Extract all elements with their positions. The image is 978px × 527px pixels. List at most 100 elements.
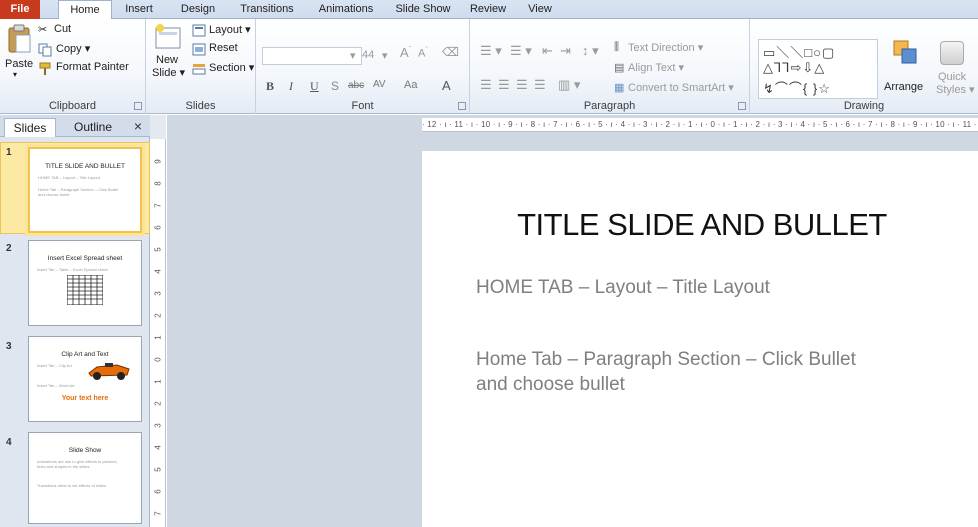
decrease-indent-icon[interactable]: ⇤: [542, 43, 553, 59]
copy-label: Copy ▾: [56, 43, 91, 55]
font-group-label: Font: [351, 100, 374, 112]
strikethrough-button[interactable]: abc: [348, 80, 364, 91]
clipboard-launcher-icon[interactable]: [134, 102, 142, 110]
format-painter-icon: [39, 62, 51, 75]
slide-title[interactable]: TITLE SLIDE AND BULLET: [422, 207, 978, 243]
thumbnail-title: Slide Show: [68, 447, 102, 454]
bold-button[interactable]: B: [266, 79, 274, 94]
thumbnail-text: Transitions allow to set effects of slid…: [37, 483, 107, 488]
convert-smartart-button[interactable]: ▦ Convert to SmartArt ▾: [614, 81, 748, 97]
cut-button[interactable]: ✂ Cut: [38, 23, 98, 39]
slide-thumbnail-4[interactable]: Slide Show Animations are use to give ef…: [28, 432, 142, 524]
shrink-font-icon[interactable]: Aˇ: [418, 47, 428, 60]
paragraph-launcher-icon[interactable]: [738, 102, 746, 110]
clipboard-group-label: Clipboard: [48, 100, 97, 112]
paste-dropdown-icon: ▾: [13, 70, 18, 79]
quick-styles-button[interactable]: Quick Styles ▾: [932, 39, 976, 99]
font-size-dropdown[interactable]: ▾ 44 ▾: [350, 47, 388, 65]
vertical-ruler-tick: 7: [153, 203, 163, 208]
slides-group: New Slide ▾ Layout ▾ Reset Section ▾ Sli…: [146, 19, 256, 114]
font-color-button[interactable]: A: [442, 78, 451, 93]
slide-editing-canvas[interactable]: · 12 · ı · 11 · ı · 10 · ı · 9 · ı · 8 ·…: [167, 115, 978, 527]
close-pane-icon[interactable]: ×: [134, 118, 142, 134]
slide-thumbnail-1[interactable]: TITLE SLIDE AND BULLET HOME TAB – Layout…: [28, 147, 142, 233]
vertical-ruler-tick: 0: [153, 357, 163, 362]
tab-view[interactable]: View: [520, 0, 560, 19]
align-right-icon[interactable]: ☰: [516, 77, 528, 93]
slide-bullet-1[interactable]: HOME TAB – Layout – Title Layout: [476, 275, 770, 300]
tab-animations[interactable]: Animations: [311, 0, 381, 19]
numbering-icon[interactable]: ☰ ▾: [510, 43, 532, 59]
tab-slide-show[interactable]: Slide Show: [388, 0, 458, 19]
shadow-button[interactable]: S: [331, 79, 339, 93]
line-spacing-icon[interactable]: ↕ ▾: [582, 43, 599, 59]
reset-button[interactable]: Reset: [192, 42, 252, 58]
tab-design[interactable]: Design: [172, 0, 224, 19]
copy-button[interactable]: Copy ▾: [38, 42, 108, 58]
text-direction-button[interactable]: ⫼ Text Direction ▾: [614, 41, 744, 57]
increase-indent-icon[interactable]: ⇥: [560, 43, 571, 59]
align-text-button[interactable]: ▤ Align Text ▾: [614, 61, 744, 77]
italic-button[interactable]: I: [289, 79, 293, 94]
new-slide-button[interactable]: New Slide ▾: [150, 22, 186, 92]
align-left-icon[interactable]: ☰: [480, 77, 492, 93]
tab-outline[interactable]: Outline: [62, 118, 124, 137]
font-launcher-icon[interactable]: [458, 102, 466, 110]
vertical-ruler-tick: 1: [153, 335, 163, 340]
format-painter-button[interactable]: Format Painter: [38, 61, 143, 77]
spreadsheet-grid-icon: [67, 275, 103, 305]
thumbnail-text: Insert Tab – Table – Excel Spread sheet: [37, 267, 108, 272]
layout-button[interactable]: Layout ▾: [192, 23, 254, 39]
section-button[interactable]: Section ▾: [192, 61, 254, 77]
paste-button[interactable]: Paste ▾: [4, 22, 34, 92]
arrange-label: Arrange: [884, 81, 924, 93]
slide-thumbnail-3[interactable]: Clip Art and Text Insert Tab – Clip Art …: [28, 336, 142, 422]
section-icon: [192, 64, 206, 75]
font-name-dropdown[interactable]: [262, 47, 362, 65]
columns-icon[interactable]: ▥ ▾: [558, 77, 580, 93]
vertical-ruler-tick: 7: [153, 511, 163, 516]
cut-label: Cut: [54, 23, 72, 35]
change-case-button[interactable]: Aa: [404, 79, 417, 91]
layout-label: Layout ▾: [209, 24, 251, 36]
thumbnail-title: Clip Art and Text: [61, 351, 109, 358]
bullets-icon[interactable]: ☰ ▾: [480, 43, 502, 59]
shapes-gallery[interactable]: ▭＼＼□○▢ △⅂⅂⇨⇩△ ↯⌒⌒{ }☆: [758, 39, 878, 99]
current-slide[interactable]: TITLE SLIDE AND BULLET HOME TAB – Layout…: [422, 151, 978, 527]
tab-file[interactable]: File: [0, 0, 40, 19]
underline-button[interactable]: U: [310, 79, 319, 94]
tab-home[interactable]: Home: [58, 0, 112, 20]
font-group: ▾ 44 ▾ Aˆ Aˇ ⌫ B I U S abc AV Aa A Font: [256, 19, 470, 114]
shapes-row-3-icon: ↯⌒⌒{ }☆: [763, 81, 831, 96]
slide-bullet-2-line-2[interactable]: and choose bullet: [476, 372, 625, 397]
arrange-button[interactable]: Arrange: [884, 39, 928, 99]
vertical-ruler-tick: 2: [153, 401, 163, 406]
slide-thumbnail-2[interactable]: Insert Excel Spread sheet Insert Tab – T…: [28, 240, 142, 326]
layout-icon: [192, 24, 206, 37]
slide-bullet-2-line-1[interactable]: Home Tab – Paragraph Section – Click Bul…: [476, 347, 856, 372]
ruler-corner: [150, 115, 166, 139]
character-spacing-button[interactable]: AV: [373, 79, 386, 90]
vertical-ruler-tick: 4: [153, 445, 163, 450]
tab-review[interactable]: Review: [465, 0, 511, 19]
clear-formatting-icon[interactable]: ⌫: [442, 45, 459, 59]
ribbon: Paste ▾ ✂ Cut Copy ▾ Format Painter Clip…: [0, 19, 978, 114]
thumbnail-text: texts and shapes in the slides: [37, 464, 90, 469]
font-size-arrow-icon: ▾: [382, 50, 388, 62]
justify-icon[interactable]: ☰: [534, 77, 546, 93]
tab-insert[interactable]: Insert: [117, 0, 161, 19]
quick-styles-label-1: Quick: [938, 71, 967, 83]
font-size-dropdown-icon: ▾: [350, 50, 356, 62]
copy-icon: [38, 43, 52, 57]
grow-font-icon[interactable]: Aˆ: [400, 45, 411, 60]
tab-slides[interactable]: Slides: [4, 118, 56, 137]
paste-label: Paste: [5, 58, 34, 70]
align-center-icon[interactable]: ☰: [498, 77, 510, 93]
scissors-icon: ✂: [38, 24, 48, 36]
thumbnail-text: Insert Tab – Clip Art: [37, 363, 72, 368]
tab-transitions[interactable]: Transitions: [232, 0, 302, 19]
horizontal-ruler: · 12 · ı · 11 · ı · 10 · ı · 9 · ı · 8 ·…: [422, 118, 978, 132]
new-slide-icon: [155, 24, 181, 49]
drawing-group-label: Drawing: [843, 100, 885, 112]
thumbnail-title: TITLE SLIDE AND BULLET: [45, 163, 125, 170]
